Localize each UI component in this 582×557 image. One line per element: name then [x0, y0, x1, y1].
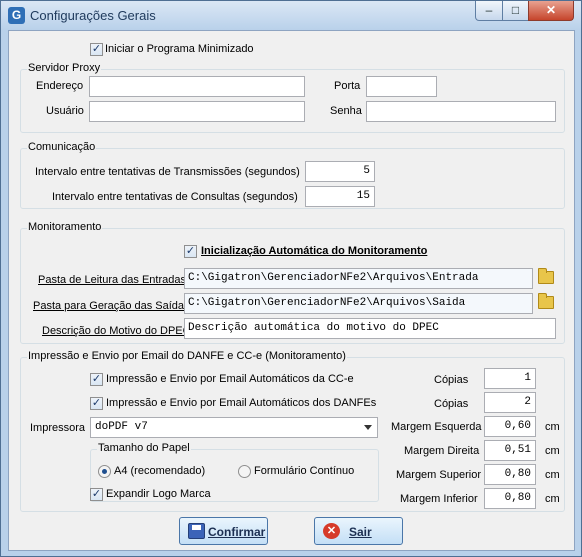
user-input[interactable] [89, 101, 305, 122]
save-icon [188, 523, 205, 539]
copies-cce-input[interactable]: 1 [484, 368, 536, 389]
copies-danfe-input[interactable]: 2 [484, 392, 536, 413]
address-label: Endereço [36, 80, 84, 92]
paper-a4-radio[interactable] [98, 465, 111, 478]
margin-bottom-label: Margem Inferior [400, 493, 478, 505]
communication-group-title: Comunicação [27, 141, 97, 153]
margin-left-label: Margem Esquerda [391, 421, 482, 433]
input-folder-browse-icon[interactable] [538, 268, 554, 284]
printer-select[interactable]: doPDF v7 [90, 417, 378, 438]
paper-continuous-radio[interactable] [238, 465, 251, 478]
maximize-icon: □ [511, 3, 520, 17]
maximize-button[interactable]: □ [502, 1, 529, 21]
input-folder-label: Pasta de Leitura das Entradas [38, 274, 186, 286]
minimize-icon: ‒ [485, 3, 493, 17]
paper-a4-label: A4 (recomendado) [114, 465, 206, 477]
paper-continuous-label: Formulário Contínuo [254, 465, 355, 477]
output-folder-browse-icon[interactable] [538, 293, 554, 309]
query-interval-input[interactable]: 15 [305, 186, 375, 207]
margin-left-unit: cm [545, 421, 560, 433]
expand-logo-checkbox[interactable]: ✓ [90, 488, 103, 501]
transmission-interval-input[interactable]: 5 [305, 161, 375, 182]
close-button[interactable]: ✕ [528, 1, 574, 21]
port-input[interactable] [366, 76, 437, 97]
communication-group: Comunicação Intervalo entre tentativas d… [20, 141, 565, 209]
copies-cce-label: Cópias [434, 374, 469, 386]
margin-right-label: Margem Direita [404, 445, 480, 457]
proxy-group-title: Servidor Proxy [27, 62, 102, 74]
cce-auto-label: Impressão e Envio por Email Automáticos … [106, 373, 354, 385]
password-input[interactable] [366, 101, 556, 122]
margin-top-label: Margem Superior [396, 469, 481, 481]
auto-init-checkbox[interactable]: ✓ [184, 245, 197, 258]
margin-bottom-unit: cm [545, 493, 560, 505]
output-folder-input[interactable]: C:\Gigatron\GerenciadorNFe2\Arquivos\Sai… [184, 293, 533, 314]
margin-left-input[interactable]: 0,60 [484, 416, 536, 437]
minimize-button[interactable]: ‒ [475, 1, 503, 21]
port-label: Porta [334, 80, 361, 92]
printer-label: Impressora [30, 422, 86, 434]
address-input[interactable] [89, 76, 305, 97]
paper-size-group-title: Tamanho do Papel [97, 442, 191, 454]
input-folder-input[interactable]: C:\Gigatron\GerenciadorNFe2\Arquivos\Ent… [184, 268, 533, 289]
query-interval-label: Intervalo entre tentativas de Consultas … [52, 191, 298, 203]
danfe-auto-checkbox[interactable]: ✓ [90, 397, 103, 410]
start-minimized-checkbox[interactable]: ✓ [90, 43, 103, 56]
settings-window: G Configurações Gerais ‒ □ ✕ ✓ Iniciar o… [0, 0, 582, 557]
proxy-group: Servidor Proxy Endereço Porta Usuário Se… [20, 62, 565, 133]
print-group: Impressão e Envio por Email do DANFE e C… [20, 350, 565, 512]
copies-danfe-label: Cópias [434, 398, 469, 410]
close-icon: ✕ [545, 3, 557, 17]
exit-button[interactable]: ✕ Sair [314, 517, 403, 545]
printer-selected-value: doPDF v7 [95, 421, 148, 433]
chevron-down-icon [364, 425, 372, 430]
exit-icon: ✕ [323, 523, 340, 539]
print-group-title: Impressão e Envio por Email do DANFE e C… [27, 350, 347, 362]
margin-bottom-input[interactable]: 0,80 [484, 488, 536, 509]
user-label: Usuário [46, 105, 84, 117]
margin-right-input[interactable]: 0,51 [484, 440, 536, 461]
cce-auto-checkbox[interactable]: ✓ [90, 373, 103, 386]
auto-init-label: Inicialização Automática do Monitorament… [201, 245, 428, 257]
confirm-button-label: Confirmar [208, 525, 266, 539]
output-folder-label: Pasta para Geração das Saídas [33, 300, 190, 312]
expand-logo-label: Expandir Logo Marca [106, 488, 211, 500]
dpec-reason-label: Descrição do Motivo do DPEC [42, 325, 191, 337]
transmission-interval-label: Intervalo entre tentativas de Transmissõ… [35, 166, 300, 178]
app-logo-icon: G [8, 7, 25, 24]
margin-top-input[interactable]: 0,80 [484, 464, 536, 485]
margin-right-unit: cm [545, 445, 560, 457]
window-title: Configurações Gerais [30, 8, 156, 23]
margin-top-unit: cm [545, 469, 560, 481]
confirm-button[interactable]: Confirmar [179, 517, 268, 545]
exit-button-label: Sair [349, 525, 372, 539]
dialog-content: ✓ Iniciar o Programa Minimizado Servidor… [8, 30, 575, 551]
password-label: Senha [330, 105, 362, 117]
danfe-auto-label: Impressão e Envio por Email Automáticos … [106, 397, 377, 409]
dpec-reason-input[interactable]: Descrição automática do motivo do DPEC [184, 318, 556, 339]
monitoring-group: Monitoramento ✓ Inicialização Automática… [20, 221, 565, 344]
title-bar: G Configurações Gerais ‒ □ ✕ [1, 1, 581, 30]
start-minimized-label: Iniciar o Programa Minimizado [105, 43, 254, 55]
monitoring-group-title: Monitoramento [27, 221, 103, 233]
